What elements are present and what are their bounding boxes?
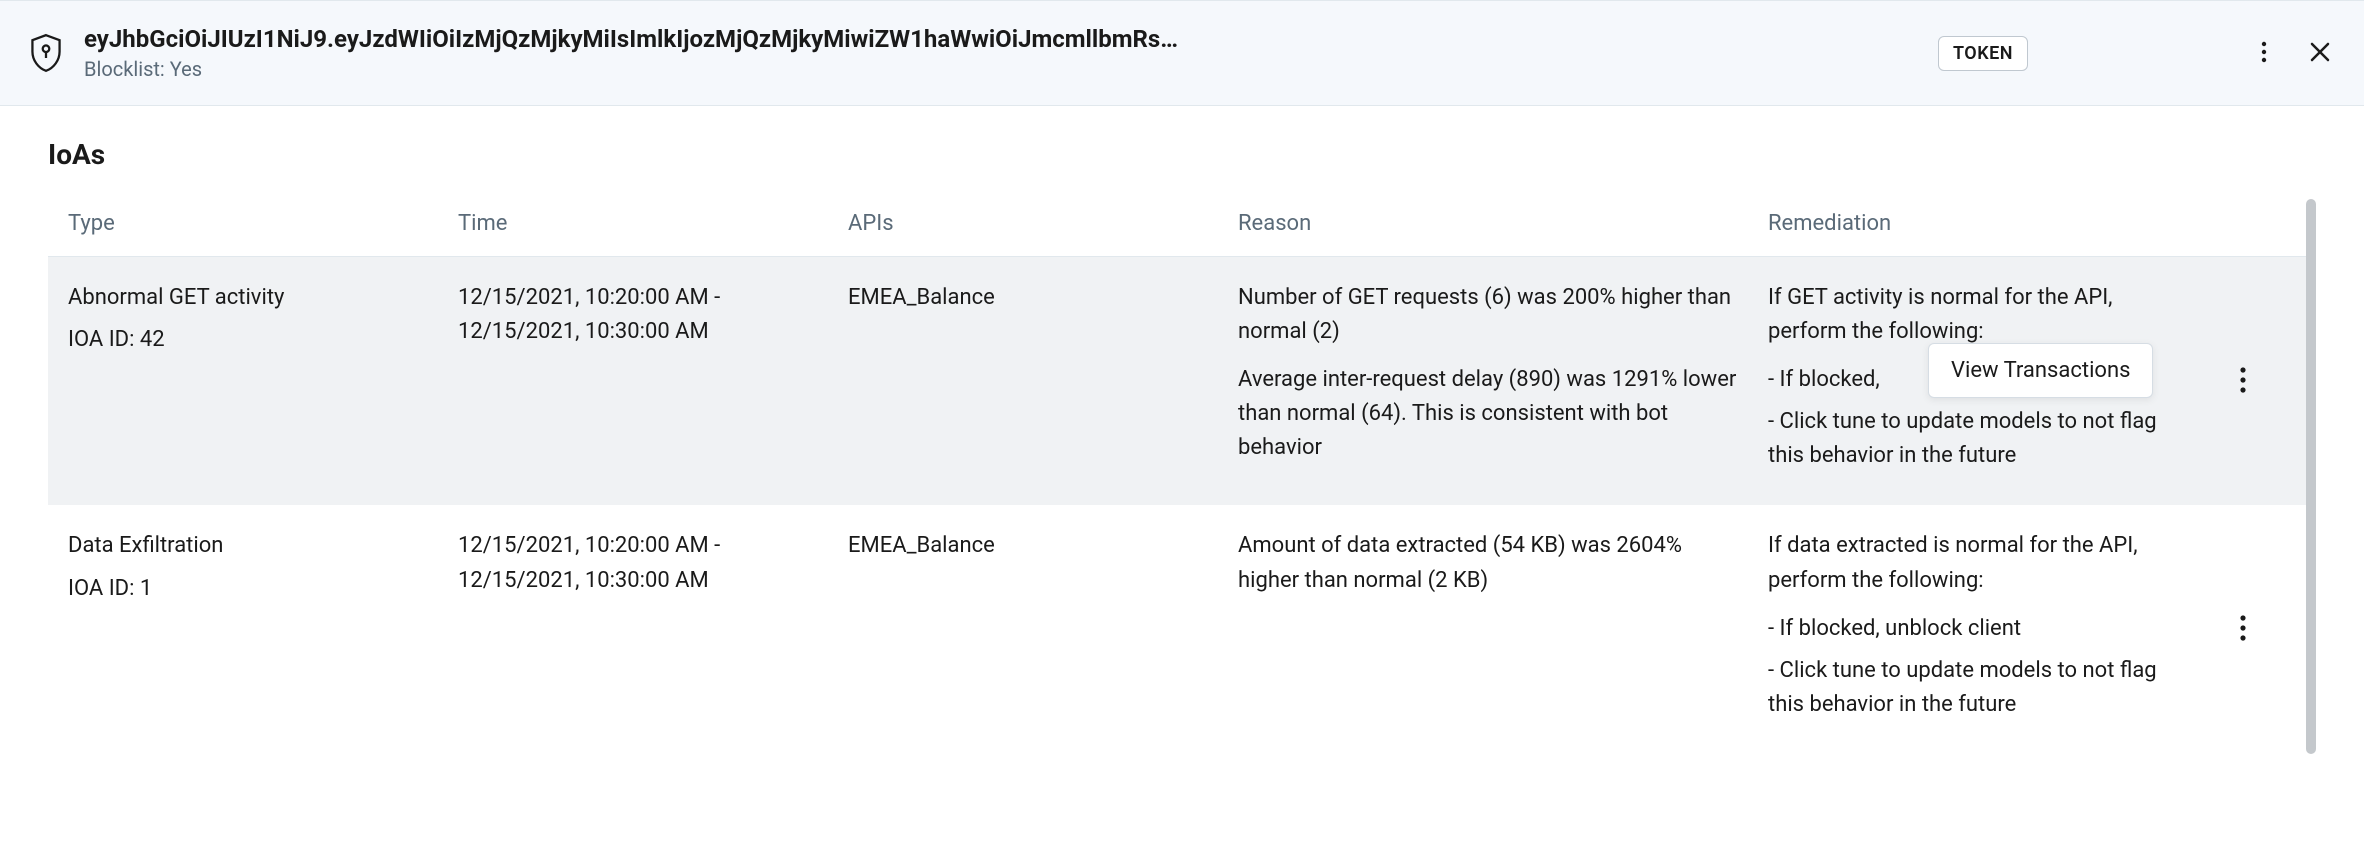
cell-reason: Number of GET requests (6) was 200% high…: [1238, 281, 1768, 465]
row-more-button[interactable]: [2231, 358, 2255, 405]
remediation-step: - Click tune to update models to not fla…: [1768, 654, 2170, 722]
scrollbar-track[interactable]: [2306, 199, 2316, 754]
content-area: IoAs Type Time APIs Reason Remediation A…: [0, 106, 2364, 754]
cell-apis: EMEA_Balance: [848, 281, 1238, 315]
ioa-type-label: Abnormal GET activity: [68, 281, 430, 315]
remediation-step: - If blocked, unblock client: [1768, 612, 2170, 646]
ioa-type-label: Data Exfiltration: [68, 529, 430, 563]
header-actions: [2248, 34, 2336, 73]
col-apis: APIs: [848, 211, 1238, 236]
cell-type: Abnormal GET activity IOA ID: 42: [68, 281, 458, 357]
more-vertical-icon: [2239, 614, 2247, 645]
ioa-id-label: IOA ID: 42: [68, 323, 430, 357]
cell-type: Data Exfiltration IOA ID: 1: [68, 529, 458, 605]
cell-time: 12/15/2021, 10:20:00 AM - 12/15/2021, 10…: [458, 529, 848, 597]
close-icon: [2308, 38, 2332, 69]
header-more-button[interactable]: [2248, 34, 2280, 73]
section-title: IoAs: [48, 138, 2316, 171]
remediation-intro: If GET activity is normal for the API, p…: [1768, 281, 2170, 349]
blocklist-status: Blocklist: Yes: [84, 57, 1918, 81]
remediation-step: - Click tune to update models to not fla…: [1768, 405, 2170, 473]
reason-line: Amount of data extracted (54 KB) was 260…: [1238, 529, 1740, 597]
header-text-block: eyJhbGciOiJIUzI1NiJ9.eyJzdWIiOiIzMjQzMjk…: [84, 25, 1918, 81]
col-type: Type: [68, 211, 458, 236]
remediation-intro: If data extracted is normal for the API,…: [1768, 529, 2170, 597]
cell-reason: Amount of data extracted (54 KB) was 260…: [1238, 529, 1768, 597]
table-body: Abnormal GET activity IOA ID: 42 12/15/2…: [48, 257, 2316, 754]
table-row: Abnormal GET activity IOA ID: 42 12/15/2…: [48, 257, 2316, 505]
cell-actions: [2198, 529, 2288, 729]
more-vertical-icon: [2252, 38, 2276, 69]
col-time: Time: [458, 211, 848, 236]
col-remediation: Remediation: [1768, 211, 2198, 236]
view-transactions-tooltip[interactable]: View Transactions: [1928, 343, 2153, 398]
table-row: Data Exfiltration IOA ID: 1 12/15/2021, …: [48, 505, 2316, 753]
cell-time: 12/15/2021, 10:20:00 AM - 12/15/2021, 10…: [458, 281, 848, 349]
reason-line: Average inter-request delay (890) was 12…: [1238, 363, 1740, 465]
cell-actions: [2198, 281, 2288, 481]
col-reason: Reason: [1238, 211, 1768, 236]
row-more-button[interactable]: [2231, 606, 2255, 653]
token-type-badge: TOKEN: [1938, 36, 2028, 71]
col-actions: [2198, 211, 2288, 236]
table-header-row: Type Time APIs Reason Remediation: [48, 199, 2316, 257]
more-vertical-icon: [2239, 366, 2247, 397]
cell-apis: EMEA_Balance: [848, 529, 1238, 563]
ioa-id-label: IOA ID: 1: [68, 572, 430, 606]
cell-remediation: If data extracted is normal for the API,…: [1768, 529, 2198, 729]
panel-header: eyJhbGciOiJIUzI1NiJ9.eyJzdWIiOiIzMjQzMjk…: [0, 0, 2364, 106]
close-button[interactable]: [2304, 34, 2336, 73]
scrollbar-thumb[interactable]: [2306, 199, 2316, 754]
token-title: eyJhbGciOiJIUzI1NiJ9.eyJzdWIiOiIzMjQzMjk…: [84, 25, 1918, 53]
shield-keyhole-icon: [28, 33, 64, 73]
reason-line: Number of GET requests (6) was 200% high…: [1238, 281, 1740, 349]
ioa-table: Type Time APIs Reason Remediation Abnorm…: [48, 199, 2316, 754]
